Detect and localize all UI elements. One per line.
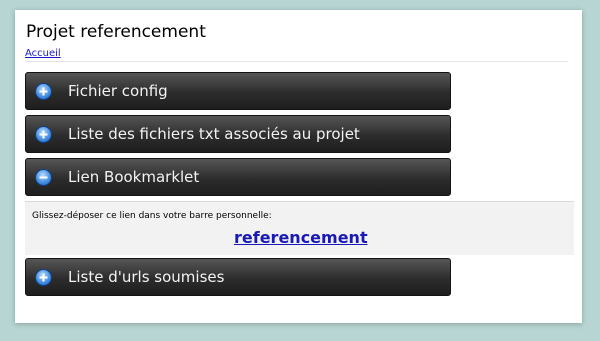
bookmarklet-hint: Glissez-déposer ce lien dans votre barre… bbox=[32, 211, 272, 221]
accordion-label: Lien Bookmarklet bbox=[68, 168, 200, 186]
bookmarklet-content: Glissez-déposer ce lien dans votre barre… bbox=[25, 201, 574, 255]
main-panel: Projet referencement Accueil Fichier con… bbox=[15, 10, 582, 323]
bookmarklet-link[interactable]: referencement bbox=[234, 228, 368, 247]
divider bbox=[25, 61, 568, 62]
accordion-label: Liste d'urls soumises bbox=[68, 268, 225, 286]
accordion-header-liste-fichiers-txt[interactable]: Liste des fichiers txt associés au proje… bbox=[25, 115, 451, 153]
accordion-header-fichier-config[interactable]: Fichier config bbox=[25, 72, 451, 110]
accordion-header-liste-urls[interactable]: Liste d'urls soumises bbox=[25, 258, 451, 296]
expand-plus-icon bbox=[35, 83, 52, 100]
expand-plus-icon bbox=[35, 126, 52, 143]
accordion-label: Fichier config bbox=[68, 82, 168, 100]
collapse-minus-icon bbox=[35, 169, 52, 186]
expand-plus-icon bbox=[35, 269, 52, 286]
page-title: Projet referencement bbox=[26, 22, 206, 42]
accordion-header-lien-bookmarklet[interactable]: Lien Bookmarklet bbox=[25, 158, 451, 196]
accordion-label: Liste des fichiers txt associés au proje… bbox=[68, 125, 360, 143]
breadcrumb-home-link[interactable]: Accueil bbox=[25, 48, 61, 59]
